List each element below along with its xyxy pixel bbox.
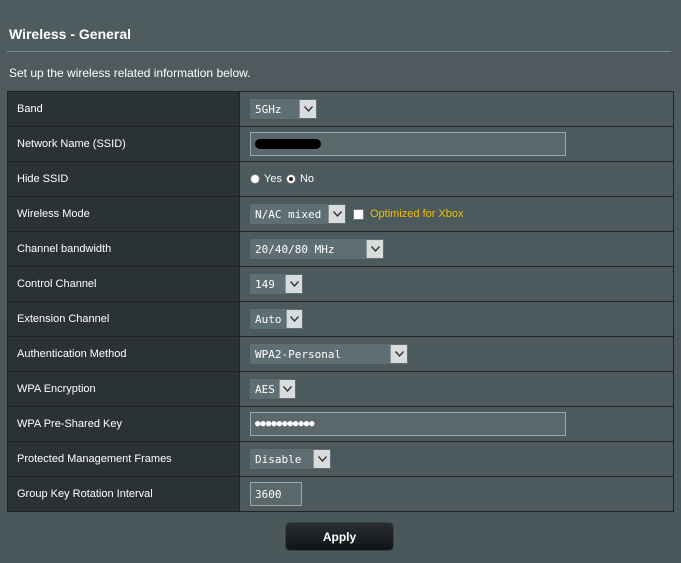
pmf-select[interactable]: Disable xyxy=(250,449,331,469)
channel-bandwidth-select-value: 20/40/80 MHz xyxy=(255,242,335,256)
group-key-interval-input-value: 3600 xyxy=(255,487,282,501)
wireless-mode-label: Wireless Mode xyxy=(8,197,240,231)
wireless-mode-row: Wireless Mode N/AC mixed Optimized for X… xyxy=(8,197,673,232)
ssid-input[interactable] xyxy=(250,132,566,156)
psk-row: WPA Pre-Shared Key ●●●●●●●●●●● xyxy=(8,407,673,442)
chevron-down-icon xyxy=(299,100,316,118)
chevron-down-icon xyxy=(390,345,407,363)
wpa-encryption-select[interactable]: AES xyxy=(250,379,296,399)
extension-channel-row: Extension Channel Auto xyxy=(8,302,673,337)
pmf-select-value: Disable xyxy=(255,452,302,466)
control-channel-select[interactable]: 149 xyxy=(250,274,303,294)
ssid-row: Network Name (SSID) xyxy=(8,127,673,162)
chevron-down-icon xyxy=(313,450,330,468)
wpa-encryption-row: WPA Encryption AES xyxy=(8,372,673,407)
control-channel-select-value: 149 xyxy=(255,277,275,291)
wireless-mode-select[interactable]: N/AC mixed xyxy=(250,204,346,224)
band-select-value: 5GHz xyxy=(255,102,282,116)
chevron-down-icon xyxy=(285,275,302,293)
hide-ssid-yes-label: Yes xyxy=(264,173,282,185)
chevron-down-icon xyxy=(278,380,295,398)
hide-ssid-no-label: No xyxy=(299,173,315,185)
wpa-encryption-label: WPA Encryption xyxy=(8,372,240,406)
psk-label: WPA Pre-Shared Key xyxy=(8,407,240,441)
control-channel-row: Control Channel 149 xyxy=(8,267,673,302)
channel-bandwidth-row: Channel bandwidth 20/40/80 MHz xyxy=(8,232,673,267)
band-row: Band 5GHz xyxy=(8,92,673,127)
extension-channel-select-value: Auto xyxy=(255,312,282,326)
band-select[interactable]: 5GHz xyxy=(250,99,317,119)
chevron-down-icon xyxy=(328,205,345,223)
xbox-optimized-checkbox[interactable] xyxy=(353,208,364,220)
ssid-redaction xyxy=(255,139,321,149)
xbox-optimized-label: Optimized for Xbox xyxy=(370,208,464,220)
channel-bandwidth-select[interactable]: 20/40/80 MHz xyxy=(250,239,384,259)
psk-input[interactable]: ●●●●●●●●●●● xyxy=(250,412,566,436)
pmf-label: Protected Management Frames xyxy=(8,442,240,476)
hide-ssid-label: Hide SSID xyxy=(8,162,240,196)
channel-bandwidth-label: Channel bandwidth xyxy=(8,232,240,266)
chevron-down-icon xyxy=(366,240,383,258)
wireless-mode-select-value: N/AC mixed xyxy=(255,207,322,221)
title-divider xyxy=(7,51,671,52)
group-key-interval-label: Group Key Rotation Interval xyxy=(8,477,240,511)
page-description: Set up the wireless related information … xyxy=(9,66,251,80)
control-channel-label: Control Channel xyxy=(8,267,240,301)
page-title: Wireless - General xyxy=(9,26,132,42)
group-key-interval-input[interactable]: 3600 xyxy=(250,482,302,506)
settings-table: Band 5GHz Network Name (SSID) Hide SSID xyxy=(7,91,674,512)
auth-method-select-value: WPA2-Personal xyxy=(255,347,342,361)
auth-method-select[interactable]: WPA2-Personal xyxy=(250,344,408,364)
auth-method-label: Authentication Method xyxy=(8,337,240,371)
ssid-label: Network Name (SSID) xyxy=(8,127,240,161)
band-label: Band xyxy=(8,92,240,126)
psk-input-value: ●●●●●●●●●●● xyxy=(255,419,315,429)
group-key-interval-row: Group Key Rotation Interval 3600 xyxy=(8,477,673,512)
wireless-general-page: Wireless - General Set up the wireless r… xyxy=(0,0,681,563)
pmf-row: Protected Management Frames Disable xyxy=(8,442,673,477)
hide-ssid-no-radio[interactable] xyxy=(285,174,296,184)
extension-channel-select[interactable]: Auto xyxy=(250,309,303,329)
wpa-encryption-select-value: AES xyxy=(255,382,275,396)
chevron-down-icon xyxy=(285,310,302,328)
hide-ssid-yes-radio[interactable] xyxy=(250,174,260,184)
extension-channel-label: Extension Channel xyxy=(8,302,240,336)
hide-ssid-row: Hide SSID Yes No xyxy=(8,162,673,197)
apply-button[interactable]: Apply xyxy=(285,522,394,551)
auth-method-row: Authentication Method WPA2-Personal xyxy=(8,337,673,372)
